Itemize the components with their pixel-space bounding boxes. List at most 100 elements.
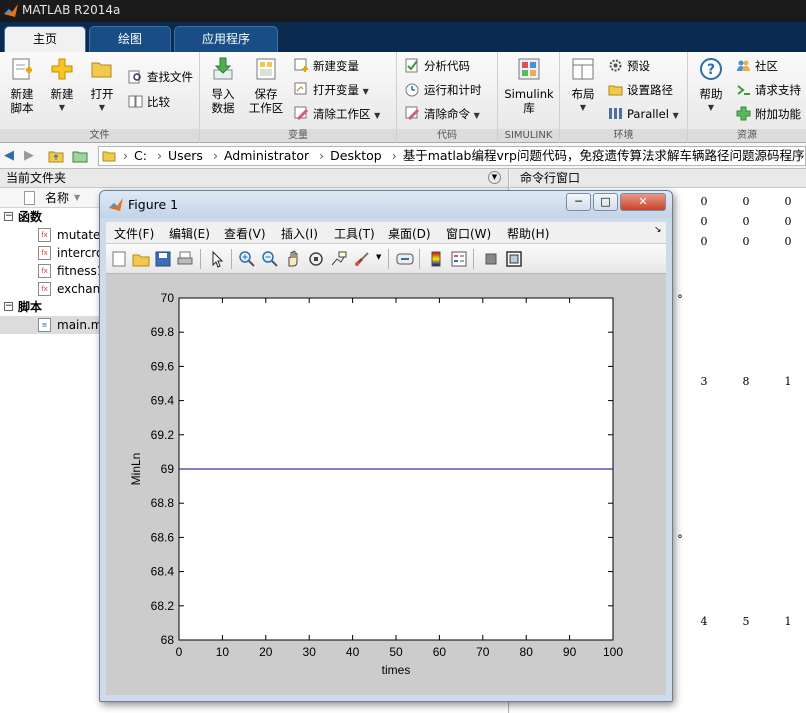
new-button[interactable]: 新建 ▼: [44, 56, 80, 115]
path-crumb[interactable]: Desktop: [330, 148, 382, 163]
back-icon[interactable]: ◀: [4, 148, 14, 163]
save-workspace-button[interactable]: 保存 工作区: [246, 56, 286, 115]
add-ons-button[interactable]: 附加功能: [736, 104, 801, 124]
matrix-value: 0: [742, 215, 750, 228]
folder-open-icon: [91, 62, 112, 78]
new-variable-button[interactable]: 新建变量: [294, 56, 359, 76]
find-files-button[interactable]: 查找文件: [128, 67, 193, 87]
y-tick-label: 68: [161, 633, 175, 647]
menu-tools[interactable]: 工具(T): [334, 225, 375, 242]
colorbar-icon[interactable]: [427, 250, 445, 268]
link-plot-icon[interactable]: [396, 250, 414, 268]
tab-plots[interactable]: 绘图: [89, 26, 171, 52]
community-button[interactable]: 社区: [736, 56, 778, 76]
menu-window[interactable]: 窗口(W): [446, 225, 491, 242]
toolbar-separator: [473, 249, 474, 269]
x-tick-label: 0: [176, 645, 183, 659]
sort-arrow-icon: ▼: [74, 193, 81, 202]
help-button[interactable]: ? 帮助 ▼: [694, 56, 728, 115]
hide-plot-tools-icon[interactable]: [482, 250, 500, 268]
run-and-time-label: 运行和计时: [424, 83, 482, 97]
pan-hand-icon[interactable]: [284, 250, 302, 268]
open-variable-button[interactable]: 打开变量 ▼: [294, 80, 369, 100]
show-plot-tools-icon[interactable]: [505, 250, 523, 268]
data-cursor-icon[interactable]: [330, 250, 348, 268]
matlab-logo-icon: [109, 198, 123, 211]
open-variable-label: 打开变量: [313, 83, 359, 97]
zoom-in-icon[interactable]: [238, 250, 256, 268]
command-window-title: 命令行窗口: [520, 171, 581, 185]
tab-home[interactable]: 主页: [4, 26, 86, 52]
compare-button[interactable]: 比较: [128, 92, 170, 112]
menu-file[interactable]: 文件(F): [114, 225, 154, 242]
menu-desktop[interactable]: 桌面(D): [388, 225, 431, 242]
print-icon[interactable]: [176, 250, 194, 268]
import-data-label: 导入 数据: [211, 87, 235, 115]
y-tick-label: 68.4: [151, 565, 175, 579]
toolbar-separator: [419, 249, 420, 269]
maximize-button[interactable]: □: [593, 193, 618, 211]
path-separator-icon: ›: [319, 148, 325, 163]
collapse-icon[interactable]: −: [4, 302, 13, 311]
menu-insert[interactable]: 插入(I): [281, 225, 318, 242]
import-data-button[interactable]: 导入 数据: [205, 56, 241, 115]
zoom-out-icon[interactable]: [261, 250, 279, 268]
new-script-icon: [12, 58, 32, 80]
current-path-field[interactable]: › C: › Users › Administrator › Desktop › 基于ma…: [98, 146, 806, 166]
legend-icon[interactable]: [450, 250, 468, 268]
request-support-button[interactable]: 请求支持: [736, 80, 801, 100]
matrix-value: 0: [784, 235, 792, 248]
clear-commands-button[interactable]: 清除命令 ▼: [405, 104, 480, 124]
file-name: main.m: [57, 318, 103, 332]
menu-edit[interactable]: 编辑(E): [169, 225, 210, 242]
path-crumb[interactable]: Administrator: [224, 148, 309, 163]
up-folder-icon[interactable]: [48, 148, 64, 164]
preferences-button[interactable]: 预设: [608, 56, 650, 76]
collapse-icon[interactable]: −: [4, 212, 13, 221]
gear-icon: [609, 59, 622, 72]
menu-help[interactable]: 帮助(H): [507, 225, 549, 242]
dock-arrow-icon[interactable]: ↘: [654, 225, 662, 235]
minimize-button[interactable]: ─: [566, 193, 591, 211]
parallel-button[interactable]: Parallel ▼: [608, 104, 679, 124]
simulink-library-button[interactable]: Simulink 库: [502, 56, 556, 115]
layout-button[interactable]: 布局 ▼: [566, 56, 600, 115]
path-crumb[interactable]: 基于matlab编程vrp问题代码，免疫遗传算法求解车辆路径问题源码程序: [403, 148, 805, 163]
figure-title: Figure 1: [128, 197, 179, 212]
brush-icon[interactable]: [353, 250, 371, 268]
path-crumb[interactable]: Users: [168, 148, 203, 163]
panel-actions-icon[interactable]: ▼: [488, 171, 501, 184]
set-path-button[interactable]: 设置路径: [608, 80, 673, 100]
x-tick-label: 50: [389, 645, 403, 659]
menu-view[interactable]: 查看(V): [224, 225, 266, 242]
new-figure-icon[interactable]: [110, 250, 128, 268]
clear-workspace-button[interactable]: 清除工作区 ▼: [294, 104, 380, 124]
y-tick-label: 69.2: [151, 428, 175, 442]
degree-mark: °: [677, 533, 683, 546]
chevron-down-icon[interactable]: ▼: [376, 253, 381, 261]
browse-folder-icon[interactable]: [72, 148, 88, 164]
group-label: 函数: [18, 210, 43, 224]
line-plot[interactable]: 0 10 20 30 40 50 60 70 80 90 100 68 68.2 68.4 68.6 68.8…: [106, 274, 666, 695]
open-file-icon[interactable]: [132, 250, 150, 268]
figure-window[interactable]: Figure 1 ─ □ ✕ 文件(F) 编辑(E) 查看(V) 插入(I) 工…: [99, 190, 673, 702]
current-folder-title: 当前文件夹: [6, 171, 67, 185]
name-column-header[interactable]: 名称: [45, 188, 69, 208]
tab-apps[interactable]: 应用程序: [174, 26, 278, 52]
figure-titlebar[interactable]: Figure 1 ─ □ ✕: [100, 191, 672, 218]
rotate-3d-icon[interactable]: [307, 250, 325, 268]
path-crumb[interactable]: C:: [134, 148, 147, 163]
save-icon[interactable]: [154, 250, 172, 268]
ribbon-section-resources: ? 帮助 ▼ 社区 请求支持 附加功能 资源: [688, 52, 806, 143]
new-variable-icon: [294, 58, 308, 72]
forward-icon[interactable]: ▶: [24, 148, 34, 163]
figure-canvas[interactable]: 0 10 20 30 40 50 60 70 80 90 100 68 68.2 68.4 68.6 68.8…: [106, 274, 666, 695]
open-button[interactable]: 打开 ▼: [84, 56, 120, 115]
analyze-code-button[interactable]: 分析代码: [405, 56, 470, 76]
close-button[interactable]: ✕: [620, 193, 666, 211]
run-and-time-button[interactable]: 运行和计时: [405, 80, 482, 100]
layout-icon: [572, 58, 594, 80]
function-file-icon: fx: [38, 282, 51, 296]
new-script-button[interactable]: 新建 脚本: [4, 56, 40, 115]
select-arrow-icon[interactable]: [208, 250, 226, 268]
